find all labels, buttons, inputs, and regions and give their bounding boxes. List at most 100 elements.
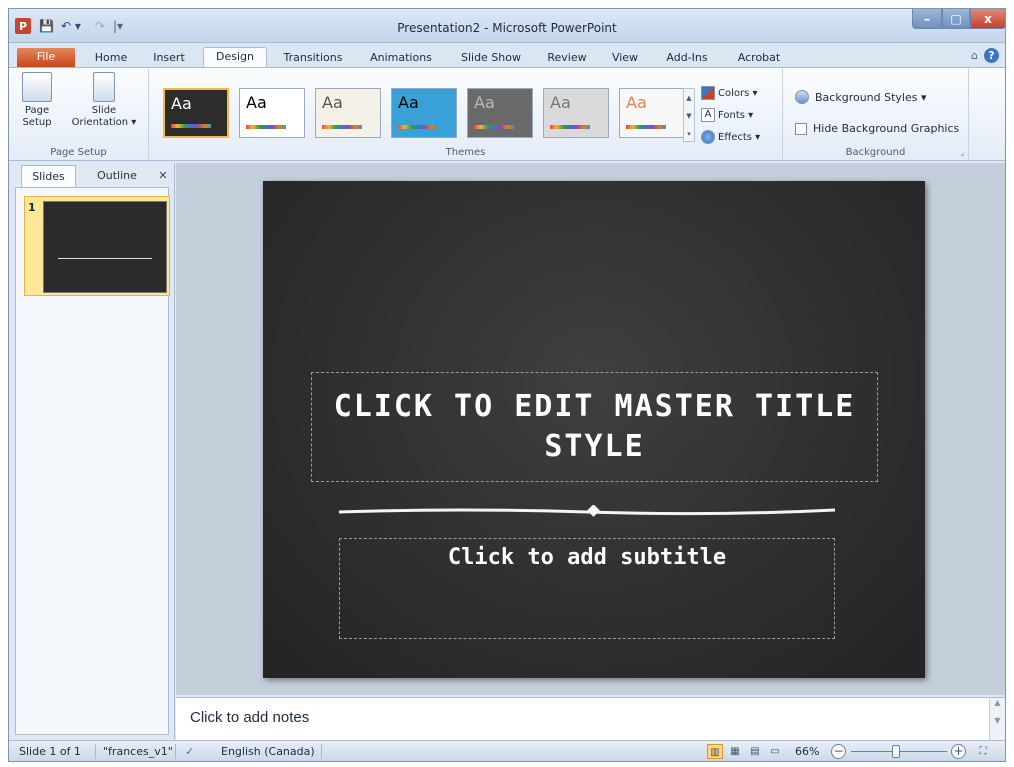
page-setup-button[interactable]: Page Setup xyxy=(17,72,57,129)
zoom-slider-thumb[interactable] xyxy=(892,745,901,758)
slides-list: 1 xyxy=(15,187,170,735)
notes-pane[interactable]: Click to add notes ▲ ▼ xyxy=(176,697,1005,741)
maximize-button[interactable]: □ xyxy=(942,9,970,29)
close-pane-icon[interactable]: ✕ xyxy=(155,165,171,187)
slide-show-icon[interactable]: ▭ xyxy=(767,744,783,759)
theme-thumbnail-label: Aa xyxy=(550,93,571,112)
theme-thumbnail-label: Aa xyxy=(398,93,419,112)
slides-pane: Slides Outline ✕ 1 xyxy=(9,163,175,739)
tab-view[interactable]: View xyxy=(605,49,645,67)
tab-animations[interactable]: Animations xyxy=(363,49,439,67)
window-title: Presentation2 - Microsoft PowerPoint xyxy=(397,21,617,35)
tab-outline[interactable]: Outline xyxy=(82,165,152,187)
help-icon[interactable]: ? xyxy=(984,48,999,63)
notes-placeholder[interactable]: Click to add notes xyxy=(190,709,309,726)
tab-acrobat[interactable]: Acrobat xyxy=(729,49,789,67)
slide-thumbnail[interactable] xyxy=(43,201,167,293)
group-page-setup: Page Setup Slide Orientation ▾ Page Setu… xyxy=(9,68,149,160)
slide-canvas[interactable]: CLICK TO EDIT MASTER TITLE STYLE Click t… xyxy=(263,181,925,678)
notes-scrollbar[interactable]: ▲ ▼ xyxy=(989,698,1005,741)
slide-number: 1 xyxy=(28,201,36,214)
checkbox-icon xyxy=(795,122,807,135)
fit-to-window-icon[interactable]: ⛶ xyxy=(975,744,991,759)
slide-sorter-icon[interactable]: ▦ xyxy=(727,744,743,759)
theme-thumbnail-label: Aa xyxy=(626,93,647,112)
close-button[interactable]: x xyxy=(970,9,1005,29)
orientation-label-1: Slide xyxy=(91,105,117,116)
slide-thumbnail-item[interactable]: 1 xyxy=(24,196,170,296)
chalk-divider-line xyxy=(339,505,835,519)
background-styles-button[interactable]: Background Styles ▾ xyxy=(795,90,927,104)
tab-slide-show[interactable]: Slide Show xyxy=(453,49,529,67)
theme-name-status[interactable]: "frances_v1" xyxy=(103,745,173,758)
subtitle-placeholder[interactable]: Click to add subtitle xyxy=(339,538,835,639)
status-divider xyxy=(175,744,176,759)
minimize-ribbon-icon[interactable]: ⌂ xyxy=(971,49,978,62)
tab-review[interactable]: Review xyxy=(543,49,591,67)
slide-editing-area: CLICK TO EDIT MASTER TITLE STYLE Click t… xyxy=(176,163,1005,695)
theme-thumbnail[interactable]: Aa xyxy=(543,88,609,138)
background-styles-icon xyxy=(795,90,809,104)
status-divider xyxy=(95,744,96,759)
ribbon: Page Setup Slide Orientation ▾ Page Setu… xyxy=(9,67,1005,161)
theme-thumbnail[interactable]: Aa xyxy=(391,88,457,138)
page-setup-icon xyxy=(22,72,52,102)
theme-thumbnail[interactable]: Aa xyxy=(163,88,229,138)
zoom-in-button[interactable]: + xyxy=(951,744,966,759)
slide-orientation-icon xyxy=(93,72,115,102)
theme-color-strip xyxy=(474,125,514,129)
tab-insert[interactable]: Insert xyxy=(147,49,191,67)
gallery-scroll[interactable]: ▲ ▼ ▾ xyxy=(683,88,695,142)
tab-transitions[interactable]: Transitions xyxy=(277,49,349,67)
help-area: ⌂ ? xyxy=(971,48,999,63)
theme-colors-button[interactable]: Colors ▾ xyxy=(701,86,758,100)
title-placeholder[interactable]: CLICK TO EDIT MASTER TITLE STYLE xyxy=(311,372,878,482)
reading-view-icon[interactable]: ▤ xyxy=(747,744,763,759)
theme-thumbnail[interactable]: Aa xyxy=(239,88,305,138)
language-status[interactable]: English (Canada) xyxy=(221,745,315,758)
theme-color-strip xyxy=(550,125,590,129)
normal-view-icon[interactable]: ▥ xyxy=(707,744,723,759)
slide-count-status: Slide 1 of 1 xyxy=(19,745,81,758)
fonts-label: Fonts ▾ xyxy=(718,109,754,121)
background-styles-label: Background Styles ▾ xyxy=(815,90,927,104)
orientation-label-2: Orientation ▾ xyxy=(71,117,137,128)
zoom-out-button[interactable]: − xyxy=(831,744,846,759)
minimize-button[interactable]: – xyxy=(912,9,942,29)
group-label-background: Background xyxy=(845,147,906,158)
status-bar: Slide 1 of 1 "frances_v1" ✓ English (Can… xyxy=(9,740,1005,761)
colors-icon xyxy=(701,86,715,100)
hide-background-graphics-label: Hide Background Graphics xyxy=(813,122,960,135)
theme-color-strip xyxy=(626,125,666,129)
theme-effects-button[interactable]: Effects ▾ xyxy=(701,130,760,144)
theme-thumbnail[interactable]: Aa xyxy=(619,88,685,138)
page-setup-label-2: Setup xyxy=(22,117,52,128)
group-background: Background Styles ▾ Hide Background Grap… xyxy=(783,68,969,160)
theme-thumbnail[interactable]: Aa xyxy=(315,88,381,138)
theme-color-strip xyxy=(171,124,211,128)
hide-background-graphics-checkbox[interactable]: Hide Background Graphics xyxy=(795,122,959,135)
theme-thumbnail-label: Aa xyxy=(246,93,267,112)
zoom-level[interactable]: 66% xyxy=(795,745,819,758)
tab-design[interactable]: Design xyxy=(203,47,267,68)
group-label-page-setup: Page Setup xyxy=(50,147,107,158)
tab-slides[interactable]: Slides xyxy=(21,165,76,187)
theme-thumbnail[interactable]: Aa xyxy=(467,88,533,138)
theme-fonts-button[interactable]: A Fonts ▾ xyxy=(701,108,753,122)
slide-orientation-button[interactable]: Slide Orientation ▾ xyxy=(65,72,143,129)
dialog-launcher-icon[interactable]: ⌟ xyxy=(960,148,964,157)
group-themes: Aa Aa Aa Aa Aa Aa Aa ▲ ▼ ▾ Colors ▾ A Fonts ▾ Ef… xyxy=(149,68,783,160)
theme-thumbnail-label: Aa xyxy=(474,93,495,112)
theme-thumbnail-label: Aa xyxy=(171,94,192,113)
fonts-icon: A xyxy=(701,108,715,122)
spell-check-icon[interactable]: ✓ xyxy=(185,745,194,758)
tab-file[interactable]: File xyxy=(17,48,75,67)
tab-add-ins[interactable]: Add-Ins xyxy=(659,49,715,67)
status-divider xyxy=(321,744,322,759)
theme-color-strip xyxy=(246,125,286,129)
effects-label: Effects ▾ xyxy=(718,131,761,143)
ribbon-tabs: File Home Insert Design Transitions Anim… xyxy=(9,43,1005,68)
group-label-themes: Themes xyxy=(445,147,486,158)
page-setup-label-1: Page xyxy=(24,105,50,116)
tab-home[interactable]: Home xyxy=(89,49,133,67)
